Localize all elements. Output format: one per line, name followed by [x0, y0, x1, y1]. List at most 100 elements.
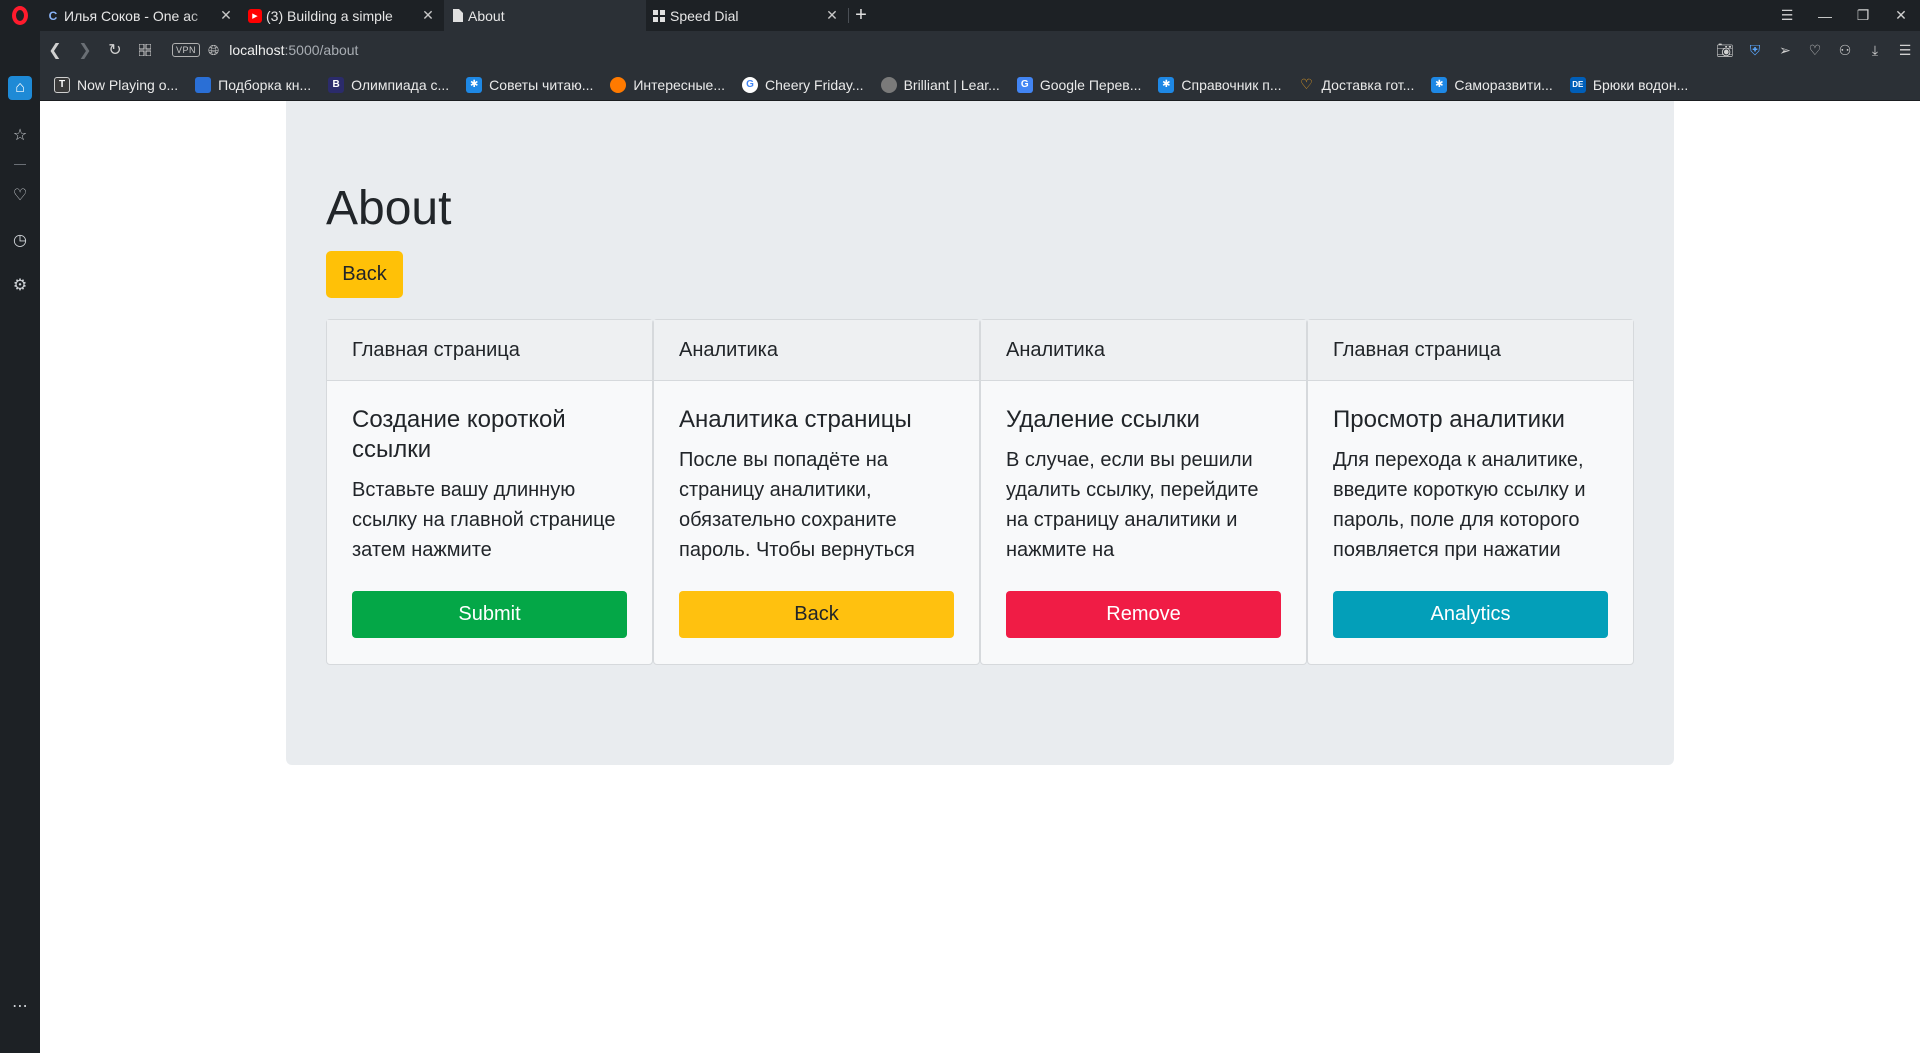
card-page-analytics: Аналитика Аналитика страницы После вы по…	[653, 319, 980, 665]
page-content: About Back Главная страница Создание кор…	[40, 101, 1920, 1053]
send-icon[interactable]: ➢	[1770, 42, 1800, 59]
page-title: About	[326, 182, 452, 235]
bookmark-label: Интересные...	[633, 76, 726, 93]
tab-title: (3) Building a simple	[266, 7, 393, 24]
card-body: Удаление ссылки В случае, если вы решили…	[981, 381, 1306, 565]
card-text: Вставьте вашу длинную ссылку на главной …	[352, 479, 616, 561]
bookmark-label: Доставка гот...	[1321, 76, 1415, 93]
more-icon[interactable]: ⋯	[8, 994, 32, 1018]
card-header: Аналитика	[981, 320, 1306, 381]
card-create-link: Главная страница Создание короткой ссылк…	[326, 319, 653, 665]
tab-2[interactable]: ▶ (3) Building a simple ✕	[242, 0, 444, 31]
bookmark-label: Олимпиада с...	[351, 76, 450, 93]
submit-button[interactable]: Submit	[352, 591, 627, 638]
youtube-icon: ▶	[248, 8, 262, 23]
tab-4[interactable]: Speed Dial ✕	[646, 0, 848, 31]
tab-title: About	[468, 7, 505, 24]
address-bar: ❮ ❯ ↻ VPN 🌐︎ localhost:5000/about 📷︎ ⛨ ➢…	[40, 31, 1920, 69]
bookmark-item[interactable]: T Now Playing o...	[54, 76, 179, 93]
card-text: После вы попадёте на страницу аналитики,…	[679, 449, 915, 561]
bookmark-icon: ✱	[1158, 76, 1175, 93]
bookmark-icon: B	[328, 76, 345, 93]
shield-icon[interactable]: ⛨	[1740, 42, 1770, 59]
speed-dial-icon	[652, 9, 666, 23]
sidebar: ⌂ ☆ ♡ ◷ ⚙ ⋯	[0, 31, 40, 1053]
bookmark-item[interactable]: ♡ Доставка гот...	[1299, 76, 1415, 93]
card-body: Аналитика страницы После вы попадёте на …	[654, 381, 979, 565]
bookmark-item[interactable]: G Google Перев...	[1016, 76, 1142, 93]
card-title: Создание короткой ссылки	[352, 406, 566, 463]
bookmark-item[interactable]: Подборка кн...	[195, 76, 312, 93]
new-tab-button[interactable]: +	[849, 0, 873, 31]
card-group: Главная страница Создание короткой ссылк…	[326, 319, 1634, 665]
bookmark-item[interactable]: G Cheery Friday...	[742, 76, 864, 93]
bookmark-item[interactable]: DE Брюки водон...	[1569, 76, 1689, 93]
bookmark-icon: ✱	[1431, 76, 1448, 93]
url-host: localhost	[229, 42, 285, 58]
tiles-icon[interactable]	[130, 35, 160, 65]
bookmark-icon: ✱	[466, 76, 483, 93]
bookmark-label: Брюки водон...	[1592, 76, 1689, 93]
card-text: В случае, если вы решили удалить ссылку,…	[1006, 449, 1259, 561]
remove-button[interactable]: Remove	[1006, 591, 1281, 638]
tab-menu-icon[interactable]: ☰	[1768, 0, 1806, 31]
bookmark-item[interactable]: Brilliant | Lear...	[880, 76, 1000, 93]
bookmark-icon	[610, 76, 627, 93]
extensions-icon[interactable]: ⚇	[1830, 42, 1860, 59]
card-title: Удаление ссылки	[1006, 406, 1200, 433]
bookmark-icon	[880, 76, 897, 93]
window-controls: ☰ — ❐ ✕	[1768, 0, 1920, 31]
gear-icon[interactable]: ⚙	[8, 273, 32, 297]
download-icon[interactable]: ⤓	[1860, 42, 1890, 59]
bookmark-label: Now Playing o...	[77, 76, 179, 93]
restore-icon[interactable]: ❐	[1844, 0, 1882, 31]
card-body: Создание короткой ссылки Вставьте вашу д…	[327, 381, 652, 595]
tab-title: Илья Соков - One ac	[64, 7, 198, 24]
opera-c-icon: C	[48, 8, 58, 23]
close-icon[interactable]: ✕	[824, 7, 840, 24]
close-icon[interactable]: ✕	[218, 7, 234, 24]
address-bar-actions: 📷︎ ⛨ ➢ ♡ ⚇ ⤓ ☰	[1710, 31, 1920, 69]
star-icon[interactable]: ☆	[8, 123, 32, 147]
bookmark-item[interactable]: B Олимпиада с...	[328, 76, 450, 93]
clock-icon[interactable]: ◷	[8, 228, 32, 252]
google-translate-icon: G	[1016, 76, 1033, 93]
back-button[interactable]: Back	[679, 591, 954, 638]
bookmark-label: Подборка кн...	[218, 76, 312, 93]
card-body: Просмотр аналитики Для перехода к аналит…	[1308, 381, 1633, 565]
card-text: Для перехода к аналитике, введите коротк…	[1333, 449, 1586, 561]
bookmark-item[interactable]: ✱ Советы читаю...	[466, 76, 593, 93]
card-title: Просмотр аналитики	[1333, 406, 1565, 433]
heart-icon[interactable]: ♡	[1800, 42, 1830, 59]
bookmark-item[interactable]: ✱ Саморазвити...	[1431, 76, 1553, 93]
tab-1[interactable]: C Илья Соков - One ac ✕	[40, 0, 242, 31]
bookmark-item[interactable]: ✱ Справочник п...	[1158, 76, 1282, 93]
minimize-icon[interactable]: —	[1806, 0, 1844, 31]
opera-menu-button[interactable]	[0, 0, 40, 31]
close-window-icon[interactable]: ✕	[1882, 0, 1920, 31]
bookmark-item[interactable]: Интересные...	[610, 76, 726, 93]
home-icon[interactable]: ⌂	[8, 76, 32, 100]
heart-icon[interactable]: ♡	[8, 183, 32, 207]
url-path: :5000/about	[284, 42, 359, 58]
reload-icon[interactable]: ↻	[100, 35, 130, 65]
heart-icon: ♡	[1300, 76, 1313, 92]
close-icon[interactable]: ✕	[420, 7, 436, 24]
tab-bar: C Илья Соков - One ac ✕ ▶ (3) Building a…	[0, 0, 1920, 31]
back-arrow-icon[interactable]: ❮	[40, 35, 70, 65]
camera-icon[interactable]: 📷︎	[1710, 42, 1740, 59]
tab-3[interactable]: About	[444, 0, 646, 31]
analytics-button[interactable]: Analytics	[1333, 591, 1608, 638]
bookmark-icon	[195, 76, 212, 93]
card-remove-link: Аналитика Удаление ссылки В случае, если…	[980, 319, 1307, 665]
back-button[interactable]: Back	[326, 251, 403, 298]
url-field[interactable]: localhost:5000/about	[229, 42, 358, 58]
bookmark-icon: T	[54, 76, 70, 93]
forward-arrow-icon[interactable]: ❯	[70, 35, 100, 65]
globe-icon: 🌐︎	[208, 41, 220, 58]
bookmark-label: Google Перев...	[1039, 76, 1142, 93]
easy-setup-icon[interactable]: ☰	[1890, 42, 1920, 59]
tab-title: Speed Dial	[670, 7, 739, 24]
vpn-badge[interactable]: VPN	[172, 43, 201, 57]
card-header: Главная страница	[1308, 320, 1633, 381]
